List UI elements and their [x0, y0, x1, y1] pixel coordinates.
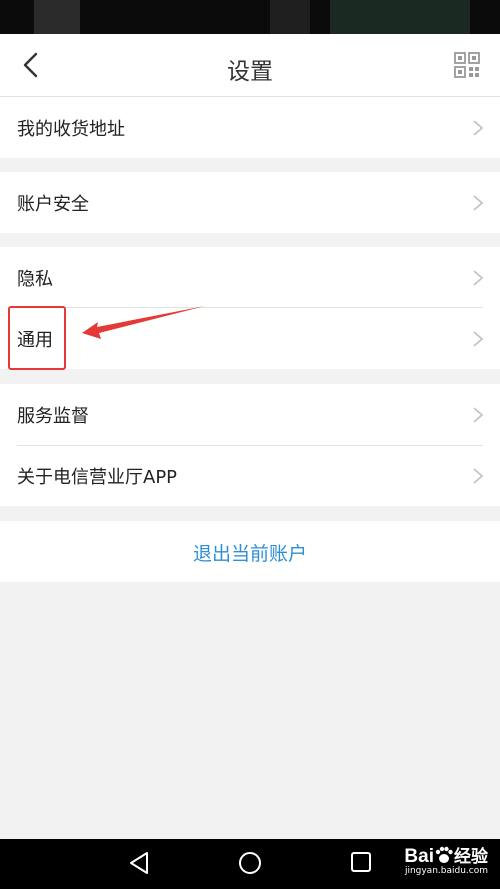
logout-button[interactable]: 退出当前账户: [0, 521, 500, 582]
status-bar: [0, 0, 500, 34]
baidu-watermark: Bai 经验 jingyan.baidu.com: [404, 842, 488, 876]
chevron-right-icon: [473, 331, 484, 347]
watermark-url: jingyan.baidu.com: [404, 866, 488, 876]
nav-home-icon[interactable]: [238, 851, 262, 875]
settings-item-account-security[interactable]: 账户安全: [0, 172, 500, 233]
header: 设置: [0, 34, 500, 97]
settings-item-label: 隐私: [17, 269, 53, 290]
qr-code-icon[interactable]: [454, 52, 480, 78]
settings-item-general[interactable]: 通用: [0, 308, 500, 369]
status-bar-blur-left: [34, 0, 80, 34]
settings-item-privacy[interactable]: 隐私: [0, 247, 500, 308]
logout-label: 退出当前账户: [192, 543, 307, 565]
chevron-right-icon: [473, 195, 484, 211]
nav-recent-icon[interactable]: [350, 851, 372, 873]
settings-group-address: 我的收货地址: [0, 97, 500, 158]
watermark-brand-cn: 经验: [454, 847, 488, 866]
status-bar-blur-right: [330, 0, 470, 34]
paw-icon: [435, 846, 453, 863]
highlight-box: [8, 306, 66, 370]
settings-group-security: 账户安全: [0, 172, 500, 233]
chevron-right-icon: [473, 120, 484, 136]
chevron-right-icon: [473, 468, 484, 484]
chevron-right-icon: [473, 407, 484, 423]
settings-group-about: 服务监督 关于电信营业厅APP: [0, 384, 500, 506]
settings-item-label: 账户安全: [17, 194, 89, 215]
settings-item-label: 服务监督: [17, 406, 89, 427]
nav-back-icon[interactable]: [128, 851, 150, 875]
settings-item-label: 我的收货地址: [17, 119, 125, 140]
page-title: 设置: [227, 59, 273, 85]
settings-group-privacy-general: 隐私 通用: [0, 247, 500, 369]
settings-item-about-app[interactable]: 关于电信营业厅APP: [0, 445, 500, 506]
settings-item-shipping-address[interactable]: 我的收货地址: [0, 97, 500, 158]
watermark-brand: Bai 经验: [404, 842, 488, 868]
settings-item-label: 关于电信营业厅APP: [17, 467, 178, 488]
chevron-right-icon: [473, 270, 484, 286]
watermark-brand-text: Bai: [404, 846, 434, 867]
status-bar-blur-mid: [270, 0, 310, 34]
settings-item-service-supervision[interactable]: 服务监督: [0, 384, 500, 445]
